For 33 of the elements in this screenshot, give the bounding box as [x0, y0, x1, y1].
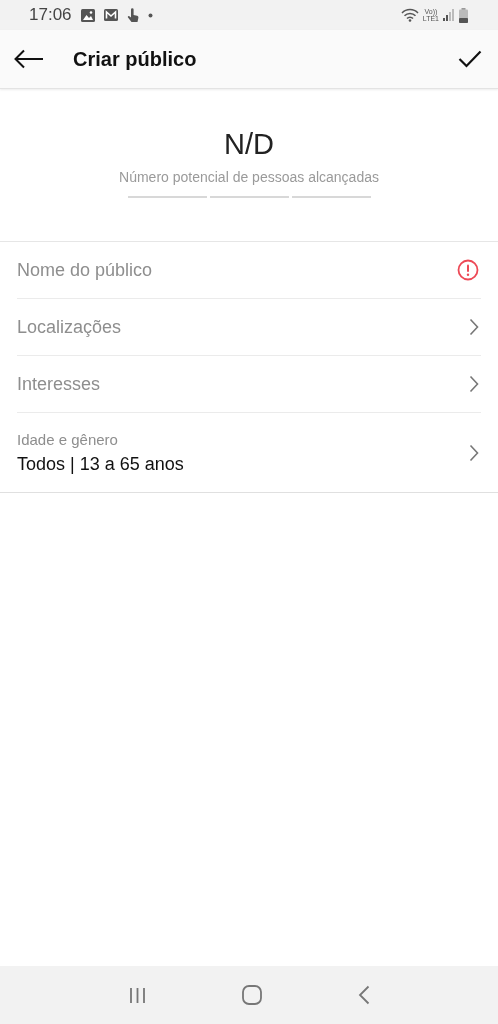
- back-arrow-icon: [14, 49, 44, 69]
- home-button[interactable]: [241, 985, 262, 1005]
- item-value: Todos | 13 a 65 anos: [17, 453, 185, 475]
- wifi-icon: [400, 8, 419, 22]
- recent-apps-icon: [128, 986, 146, 1004]
- list-item[interactable]: Idade e gênero Todos | 13 a 65 anos: [17, 413, 481, 492]
- reach-value: N/D: [224, 128, 274, 160]
- confirm-button[interactable]: [458, 50, 482, 68]
- hand-icon: [126, 7, 139, 23]
- item-label: Localizações: [17, 316, 123, 338]
- image-icon: [80, 8, 95, 22]
- list-item[interactable]: Localizações: [17, 299, 481, 356]
- chevron-left-icon: [357, 985, 370, 1005]
- reach-caption: Número potencial de pessoas alcançadas: [119, 169, 379, 185]
- chevron-right-icon: [469, 375, 479, 393]
- mail-icon: [103, 9, 118, 21]
- item-label: Interesses: [17, 373, 102, 395]
- signal-icon: [443, 9, 455, 21]
- chevron-right-icon: [469, 318, 479, 336]
- list-item[interactable]: Interesses: [17, 356, 481, 413]
- dot-icon: [147, 12, 153, 18]
- chevron-right-icon: [469, 443, 479, 462]
- list-item[interactable]: Nome do público: [17, 242, 481, 299]
- back-nav-button[interactable]: [357, 985, 370, 1005]
- item-label: Idade e gênero: [17, 430, 119, 448]
- back-button[interactable]: [14, 49, 44, 69]
- screen-title: Criar público: [73, 47, 198, 71]
- recent-apps-button[interactable]: [128, 986, 146, 1004]
- home-icon: [241, 985, 262, 1005]
- status-time: 17:06: [29, 5, 72, 25]
- field-label: Nome do público: [17, 259, 154, 281]
- battery-icon: [459, 7, 468, 23]
- checkmark-icon: [458, 50, 482, 68]
